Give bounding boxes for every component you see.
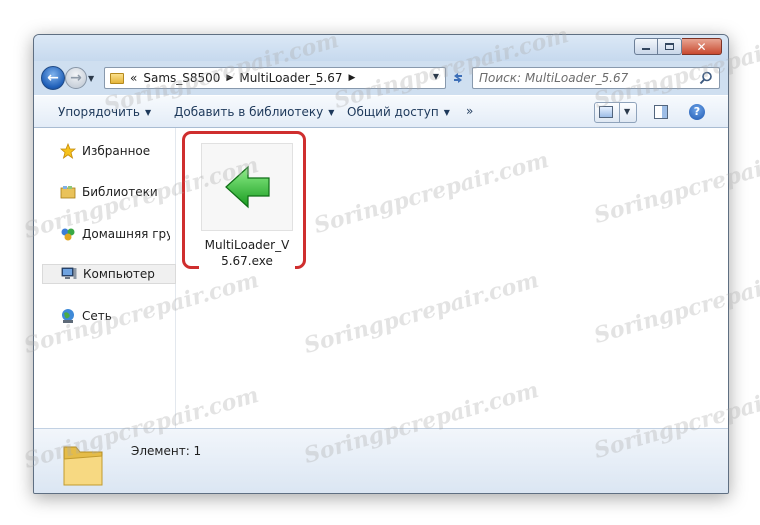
file-item[interactable]: MultiLoader_V5.67.exe [199, 143, 295, 269]
sidebar-item-label: Библиотеки [82, 185, 158, 199]
highlight-frame: MultiLoader_V5.67.exe [182, 131, 306, 269]
command-bar: Упорядочить ▼ Добавить в библиотеку ▼ Общи… [34, 95, 728, 128]
folder-icon [63, 446, 103, 486]
star-icon [60, 143, 76, 159]
back-button[interactable]: ← [41, 66, 65, 90]
sidebar-item-computer[interactable]: Компьютер [42, 264, 176, 284]
search-input[interactable] [479, 70, 689, 86]
sidebar-item-favorites[interactable]: Избранное [42, 141, 170, 161]
refresh-icon [454, 73, 462, 83]
more-commands-button[interactable]: » [466, 104, 473, 118]
navigation-pane: Избранное Библиотеки Домашняя групп [34, 128, 176, 428]
share-label: Общий доступ [347, 105, 439, 119]
sidebar-item-label: Компьютер [83, 267, 155, 281]
breadcrumb-separator-icon[interactable]: ▶ [226, 73, 233, 83]
search-box[interactable] [472, 67, 720, 89]
navigation-bar: ← → ▼ « Sams_S8500 ▶ MultiLoader_5.67 ▶ … [34, 63, 728, 93]
content-area: Избранное Библиотеки Домашняя групп [34, 128, 728, 428]
forward-button[interactable]: → [65, 67, 87, 89]
chevron-down-icon: ▼ [328, 108, 335, 117]
sidebar-item-network[interactable]: Сеть [42, 306, 170, 326]
minimize-icon [642, 48, 650, 50]
add-to-library-label: Добавить в библиотеку [174, 105, 324, 119]
sidebar-item-label: Сеть [82, 309, 112, 323]
arrow-left-icon: ← [47, 70, 59, 86]
arrow-right-icon: → [70, 70, 82, 86]
breadcrumb-separator-icon[interactable]: ▶ [349, 73, 356, 83]
divider [619, 103, 620, 122]
address-dropdown-icon[interactable]: ▼ [433, 72, 439, 81]
search-icon[interactable] [698, 70, 714, 86]
sidebar-item-libraries[interactable]: Библиотеки [42, 182, 170, 202]
close-icon: ✕ [696, 39, 707, 54]
item-count: Элемент: 1 [131, 444, 202, 458]
window-controls: ✕ [634, 38, 722, 55]
chevron-down-icon[interactable]: ▼ [624, 107, 630, 116]
breadcrumb-item[interactable]: MultiLoader_5.67 [239, 71, 342, 85]
maximize-icon [665, 43, 674, 50]
sidebar-item-homegroup[interactable]: Домашняя групп [42, 224, 170, 244]
recent-pages-dropdown[interactable]: ▼ [88, 74, 94, 83]
green-arrow-left-icon [225, 165, 270, 209]
refresh-button[interactable] [447, 67, 469, 89]
add-to-library-button[interactable]: Добавить в библиотеку ▼ [174, 105, 334, 119]
sidebar-item-label: Домашняя групп [82, 227, 170, 241]
network-icon [62, 309, 74, 323]
explorer-window: ✕ ← → ▼ « Sams_S8500 ▶ MultiLoader_5.67 … [33, 34, 729, 494]
maximize-button[interactable] [658, 38, 682, 55]
libraries-icon [60, 186, 76, 199]
chevron-down-icon: ▼ [144, 108, 152, 117]
title-bar: ✕ [34, 35, 728, 61]
address-bar[interactable]: « Sams_S8500 ▶ MultiLoader_5.67 ▶ ▼ [104, 67, 446, 89]
file-thumbnail [201, 143, 293, 231]
homegroup-icon [61, 228, 75, 241]
change-view-button[interactable]: ▼ [594, 102, 637, 123]
breadcrumb-prefix[interactable]: « [130, 71, 137, 85]
minimize-button[interactable] [634, 38, 658, 55]
chevron-down-icon: ▼ [443, 108, 450, 117]
help-icon[interactable]: ? [689, 104, 705, 120]
close-button[interactable]: ✕ [682, 38, 722, 55]
details-pane: Элемент: 1 [34, 428, 728, 493]
organize-label: Упорядочить [58, 105, 140, 119]
computer-icon [61, 267, 77, 279]
file-name: MultiLoader_V5.67.exe [204, 238, 290, 268]
share-button[interactable]: Общий доступ ▼ [347, 105, 450, 119]
view-icon [599, 106, 613, 118]
preview-pane-icon[interactable] [654, 105, 668, 119]
sidebar-item-label: Избранное [82, 144, 151, 158]
organize-button[interactable]: Упорядочить ▼ [58, 105, 151, 119]
breadcrumb-item[interactable]: Sams_S8500 [143, 71, 220, 85]
folder-icon [110, 72, 124, 84]
